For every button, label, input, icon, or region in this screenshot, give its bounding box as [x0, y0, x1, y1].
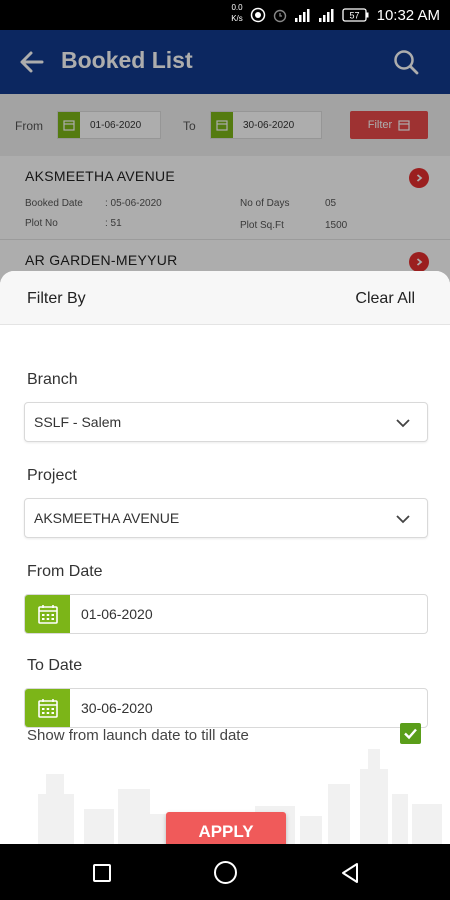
alarm-icon	[273, 9, 287, 23]
launch-date-checkbox[interactable]	[400, 723, 421, 744]
calendar-icon[interactable]	[25, 689, 70, 727]
branch-select[interactable]: SSLF - Salem	[24, 402, 428, 442]
from-date-label: From Date	[27, 563, 103, 580]
signal-icon-2	[319, 9, 334, 22]
from-date-field[interactable]: 01-06-2020	[24, 594, 428, 634]
filter-by-title: Filter By	[27, 290, 86, 307]
signal-icon	[295, 9, 310, 22]
system-nav-bar	[0, 844, 450, 900]
clear-all-button[interactable]: Clear All	[355, 290, 415, 308]
to-date-label: To Date	[27, 657, 83, 674]
launch-date-option-label: Show from launch date to till date	[27, 727, 249, 744]
project-select[interactable]: AKSMEETHA AVENUE	[24, 498, 428, 538]
apply-button[interactable]: APPLY	[166, 812, 286, 844]
chevron-down-icon	[396, 419, 410, 428]
hotspot-icon	[250, 7, 266, 23]
status-bar: 0.0 K/s 57 10:32 AM	[0, 0, 450, 30]
battery-level: 57	[349, 11, 359, 21]
project-select-value: AKSMEETHA AVENUE	[34, 510, 180, 526]
branch-label: Branch	[27, 371, 78, 388]
network-speed-value: 0.0	[231, 3, 243, 12]
clock: 10:32 AM	[376, 7, 440, 24]
from-date-value: 01-06-2020	[81, 606, 153, 622]
battery-icon: 57	[342, 8, 369, 22]
filter-bottom-sheet: Filter By Clear All Branch SSLF - Salem …	[0, 271, 450, 844]
to-date-value: 30-06-2020	[81, 700, 153, 716]
checkmark-icon	[404, 728, 417, 740]
booked-list-screen: Booked List From 01-06-2020 To 30-06-202…	[0, 30, 450, 844]
chevron-down-icon	[396, 515, 410, 524]
status-icons: 57	[250, 6, 370, 24]
network-speed: 0.0 K/s	[229, 2, 245, 24]
network-speed-unit: K/s	[231, 14, 243, 23]
home-icon[interactable]	[214, 861, 237, 884]
branch-select-value: SSLF - Salem	[34, 414, 122, 430]
sheet-header: Filter By Clear All	[0, 271, 450, 325]
recents-icon[interactable]	[93, 864, 111, 882]
back-triangle-icon[interactable]	[340, 862, 360, 884]
calendar-icon[interactable]	[25, 595, 70, 633]
to-date-field[interactable]: 30-06-2020	[24, 688, 428, 728]
project-label: Project	[27, 467, 77, 484]
